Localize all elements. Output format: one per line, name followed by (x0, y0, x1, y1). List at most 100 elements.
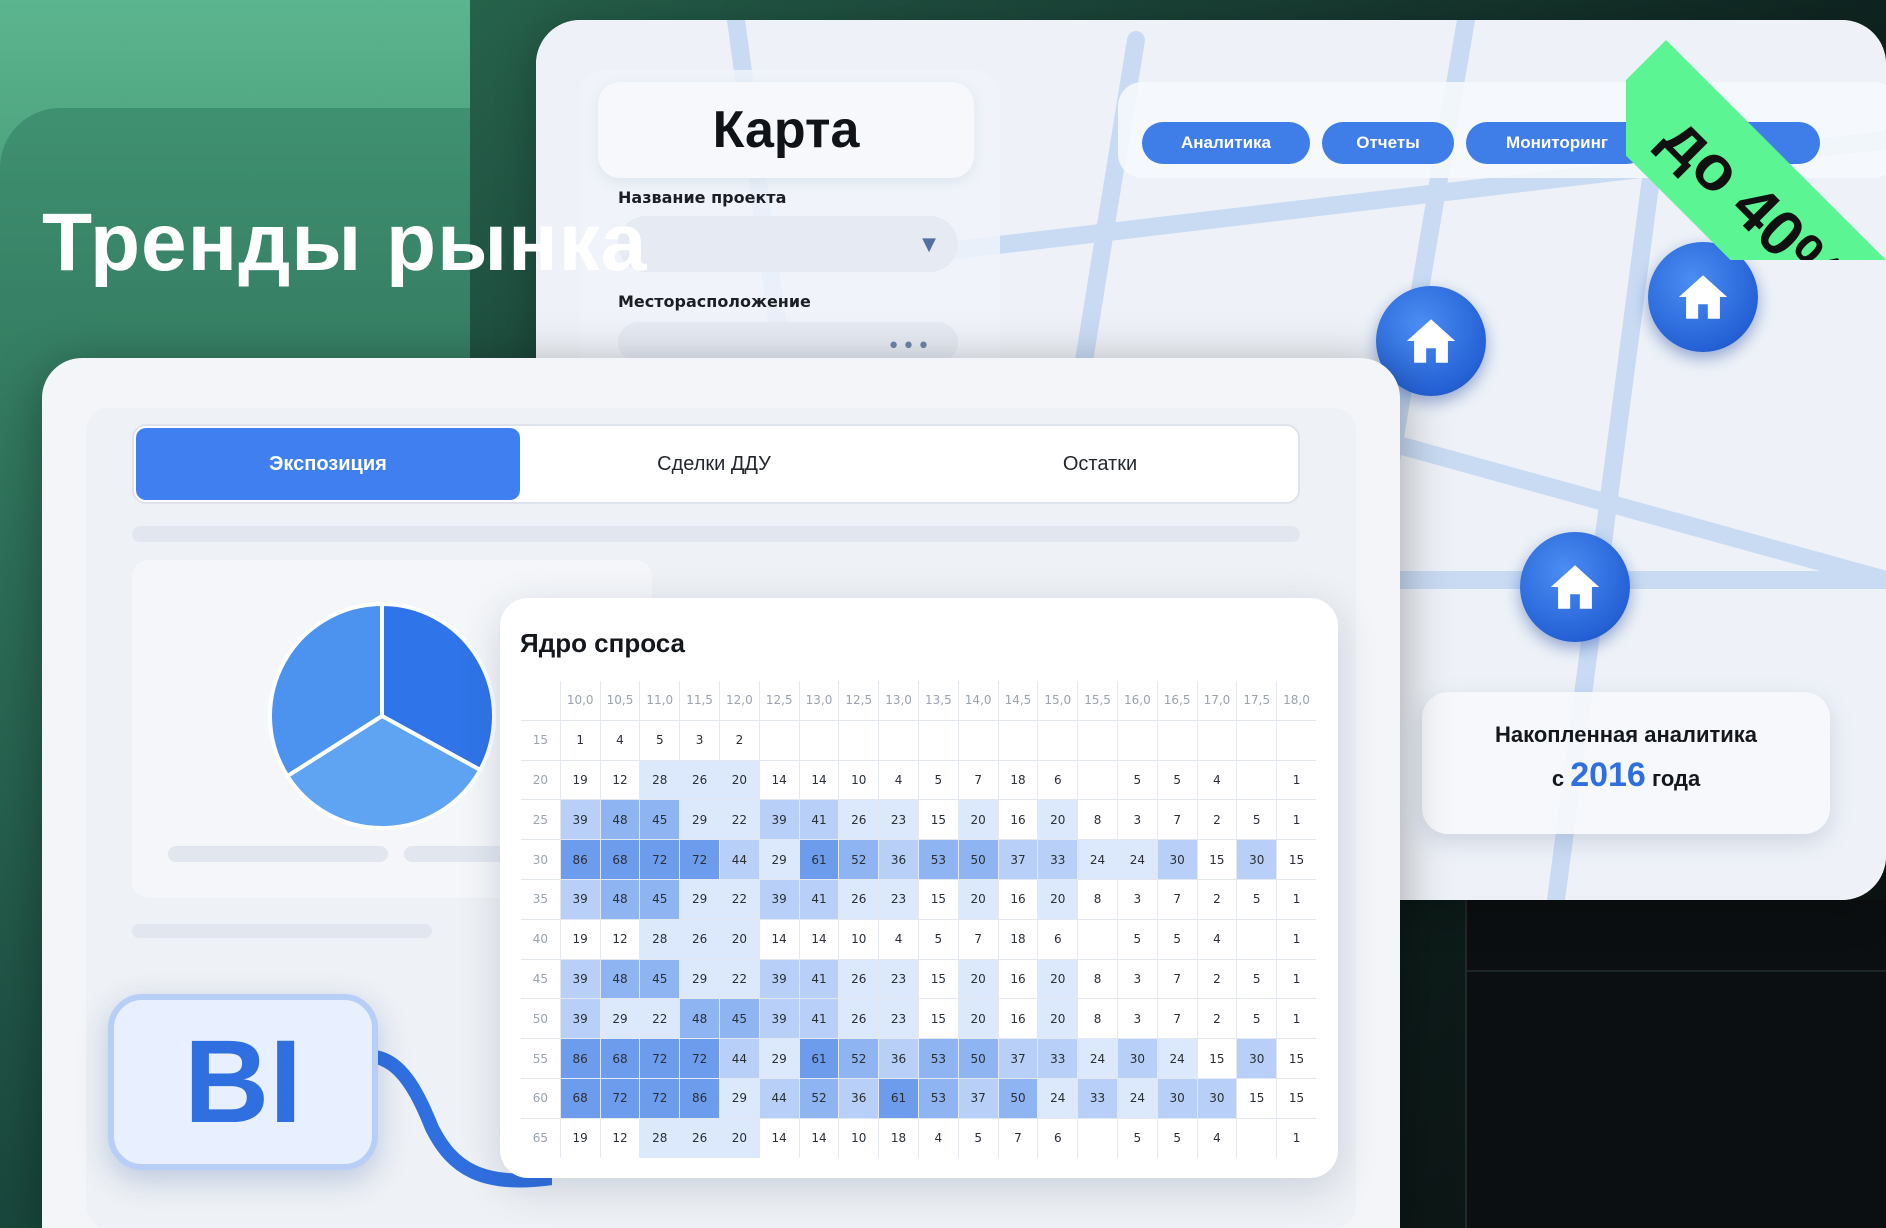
heatmap-cell: 28 (639, 1117, 681, 1158)
heatmap-cell: 39 (758, 958, 800, 1000)
heatmap-cell: 16 (997, 958, 1039, 1000)
heatmap-cell: 1 (1276, 998, 1316, 1040)
heatmap-cell: 29 (758, 1038, 800, 1079)
heatmap-row-header: 60 (520, 1077, 561, 1119)
heatmap-cell (1077, 918, 1118, 960)
heatmap-cell: 1 (1276, 958, 1316, 1000)
heatmap-column-header: 12,5 (838, 680, 880, 721)
heatmap-cell: 7 (957, 759, 999, 801)
heatmap-cell: 41 (798, 998, 840, 1040)
heatmap-column-header: 10,5 (599, 680, 641, 721)
heatmap-cell: 53 (917, 1038, 959, 1079)
heatmap-cell: 7 (1156, 878, 1198, 920)
heatmap-cell: 15 (1276, 1077, 1316, 1119)
heatmap-cell: 86 (559, 1038, 601, 1079)
heatmap-cell: 2 (1196, 998, 1238, 1040)
heatmap-row-header: 50 (520, 998, 561, 1040)
tab-remains[interactable]: Остатки (908, 428, 1292, 500)
nav-button-reports[interactable]: Отчеты (1322, 122, 1454, 164)
heatmap-cell: 5 (917, 918, 959, 960)
nav-button-analytics[interactable]: Аналитика (1142, 122, 1310, 164)
heatmap-cell (838, 719, 880, 761)
heatmap-cell: 72 (639, 1038, 681, 1079)
heatmap-column-header: 13,5 (917, 680, 959, 721)
location-input[interactable]: ••• (618, 322, 958, 362)
heatmap-column-header: 13,0 (798, 680, 840, 721)
headline: Тренды рынка (42, 197, 648, 288)
heatmap-cell: 5 (1236, 799, 1278, 841)
heatmap-column-header: 14,5 (997, 680, 1039, 721)
heatmap-cell: 1 (1276, 759, 1316, 801)
heatmap-cell: 4 (878, 918, 919, 960)
heatmap-cell: 12 (599, 1117, 641, 1158)
heatmap-cell: 30 (1196, 1077, 1238, 1119)
placeholder-bar (168, 846, 388, 862)
accumulated-suffix: года (1651, 766, 1701, 791)
heatmap-cell: 5 (1156, 759, 1198, 801)
heatmap-cell (1077, 759, 1118, 801)
heatmap-cell: 16 (997, 799, 1039, 841)
heatmap-cell: 44 (758, 1077, 800, 1119)
heatmap-cell: 48 (599, 799, 641, 841)
heatmap-cell: 22 (639, 998, 681, 1040)
heatmap-cell: 39 (758, 878, 800, 920)
heatmap-cell (1077, 719, 1118, 761)
accumulated-analytics-card: Накопленная аналитика с 2016 года (1422, 692, 1830, 834)
heatmap-cell: 14 (758, 918, 800, 960)
heatmap-cell: 19 (559, 1117, 601, 1158)
heatmap-cell (1077, 1117, 1118, 1158)
promo-ribbon-text: до 40% (1649, 100, 1860, 260)
heatmap-cell: 68 (559, 1077, 601, 1119)
heatmap-cell: 24 (1156, 1038, 1198, 1079)
heatmap-cell: 18 (997, 759, 1039, 801)
heatmap-row-header: 40 (520, 918, 561, 960)
heatmap-cell: 33 (1077, 1077, 1118, 1119)
heatmap-cell: 41 (798, 799, 840, 841)
heatmap-cell: 28 (639, 918, 681, 960)
heatmap-cell: 5 (1116, 918, 1158, 960)
heatmap-cell: 4 (599, 719, 641, 761)
house-pin-icon[interactable] (1520, 532, 1630, 642)
project-name-select[interactable]: ▼ (618, 216, 958, 272)
heatmap-cell: 28 (639, 759, 681, 801)
table-row: 15 1 4 5 3 2 (520, 719, 1316, 761)
heatmap-cell (1156, 719, 1198, 761)
heatmap-title: Ядро спроса (520, 628, 686, 658)
heatmap-cell: 8 (1077, 799, 1118, 841)
heatmap-cell: 3 (1116, 799, 1158, 841)
heatmap-cell: 6 (1037, 759, 1079, 801)
tab-ddu-deals[interactable]: Сделки ДДУ (522, 428, 906, 500)
heatmap-cell (798, 719, 840, 761)
heatmap-cell: 29 (599, 998, 641, 1040)
nav-button-monitoring[interactable]: Мониторинг (1466, 122, 1648, 164)
heatmap-cell: 22 (718, 878, 760, 920)
heatmap-cell: 68 (599, 1038, 641, 1079)
heatmap-cell: 3 (1116, 958, 1158, 1000)
map-title-box: Карта (598, 82, 974, 178)
heatmap-cell: 48 (599, 878, 641, 920)
more-dots-icon: ••• (887, 334, 932, 359)
table-row: 20 19 12 28 26 20 14 14 10 4 5 7 18 6 5 5 4 1 (520, 759, 1316, 801)
heatmap-cell: 4 (878, 759, 919, 801)
heatmap-cell: 29 (718, 1077, 760, 1119)
heatmap-column-header: 11,0 (639, 680, 681, 721)
heatmap-cell: 20 (1037, 799, 1079, 841)
pie-chart (268, 601, 496, 830)
heatmap-cell: 24 (1116, 1077, 1158, 1119)
heatmap-cell: 7 (1156, 958, 1198, 1000)
heatmap-cell: 14 (798, 918, 840, 960)
heatmap-cell: 20 (1037, 998, 1079, 1040)
bi-badge: BI (108, 994, 378, 1170)
heatmap-cell: 61 (798, 1038, 840, 1079)
heatmap-row-header: 25 (520, 799, 561, 841)
heatmap-cell: 5 (639, 719, 681, 761)
heatmap-cell: 23 (878, 958, 919, 1000)
heatmap-cell: 29 (758, 839, 800, 880)
heatmap-cell: 20 (1037, 878, 1079, 920)
tab-exposition[interactable]: Экспозиция (136, 428, 520, 500)
heatmap-cell: 61 (798, 839, 840, 880)
heatmap-cell: 5 (1116, 1117, 1158, 1158)
heatmap-cell (957, 719, 999, 761)
heatmap-cell: 20 (1037, 958, 1079, 1000)
table-row: 60 68 72 72 86 29 44 52 36 61 53 37 50 24 33 24 30 30 15 15 (520, 1077, 1316, 1119)
